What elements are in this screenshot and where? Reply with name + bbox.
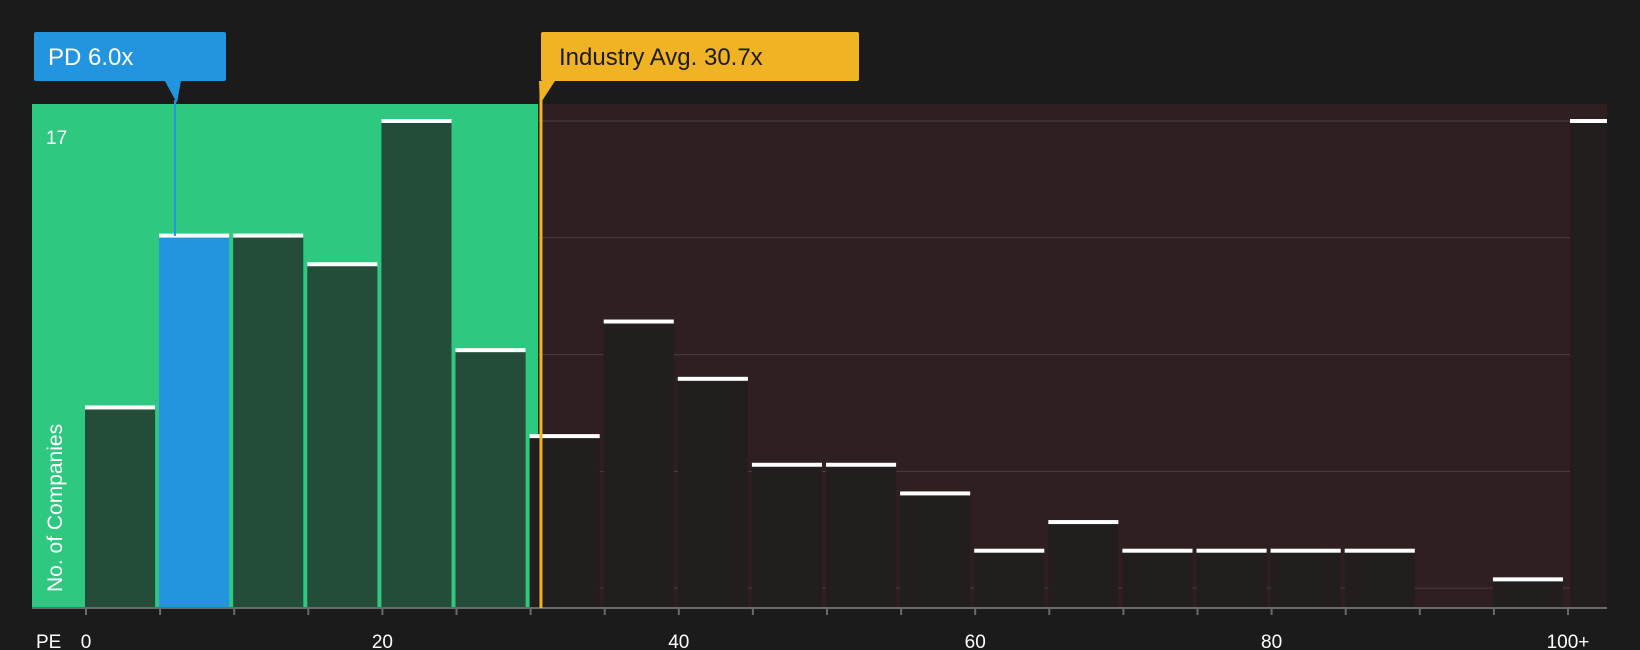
x-tick-label: 20 bbox=[372, 632, 393, 650]
y-max-label: 17 bbox=[46, 128, 67, 149]
bar bbox=[1122, 550, 1193, 608]
bar bbox=[1492, 579, 1563, 608]
company-marker-pointer bbox=[164, 81, 181, 103]
pe-distribution-chart: 0 20 40 60 80 100+ 17 No. of Companies PE PD … bbox=[32, 32, 1608, 650]
bar bbox=[307, 264, 378, 608]
bar bbox=[1270, 550, 1341, 608]
bar bbox=[974, 550, 1045, 608]
bar-top bbox=[1270, 548, 1341, 553]
x-tick-label: 100+ bbox=[1547, 632, 1590, 650]
bar-top bbox=[159, 233, 230, 238]
bar-top bbox=[1122, 548, 1193, 553]
bar bbox=[1048, 522, 1119, 608]
bar bbox=[381, 121, 452, 608]
bar bbox=[85, 407, 156, 608]
bar-top bbox=[1196, 548, 1267, 553]
company-callout: PD 6.0x bbox=[34, 32, 226, 81]
bar-top bbox=[677, 376, 748, 381]
bar-top bbox=[826, 462, 897, 467]
bar-top bbox=[85, 405, 156, 410]
bar bbox=[826, 464, 897, 608]
x-tick-label: 80 bbox=[1261, 632, 1282, 650]
bar bbox=[900, 493, 971, 608]
bar-top bbox=[233, 233, 304, 238]
bar-top bbox=[307, 262, 378, 267]
x-axis: 0 20 40 60 80 100+ bbox=[32, 607, 1607, 650]
bar-top bbox=[1048, 520, 1119, 525]
industry-callout: Industry Avg. 30.7x bbox=[541, 32, 859, 81]
company-callout-label: PD 6.0x bbox=[48, 44, 133, 71]
x-tick-label: 40 bbox=[668, 632, 689, 650]
bar-top bbox=[974, 548, 1045, 553]
bar bbox=[603, 321, 674, 608]
bar bbox=[233, 235, 304, 608]
bar bbox=[751, 464, 822, 608]
bar-top bbox=[381, 119, 452, 123]
bar-top bbox=[1344, 548, 1415, 553]
bar-top bbox=[1570, 119, 1607, 123]
bar bbox=[1570, 121, 1607, 608]
x-axis-title: PE bbox=[36, 632, 61, 650]
industry-marker-pointer bbox=[538, 81, 555, 104]
bar bbox=[159, 235, 230, 608]
bar bbox=[1344, 550, 1415, 608]
bar bbox=[455, 350, 526, 608]
x-tick-label: 0 bbox=[81, 632, 92, 650]
x-tick-label: 60 bbox=[965, 632, 986, 650]
bar-top bbox=[900, 491, 971, 496]
bar bbox=[677, 378, 748, 608]
bar-top bbox=[603, 319, 674, 324]
bar bbox=[1196, 550, 1267, 608]
bar-top bbox=[751, 462, 822, 467]
industry-callout-label: Industry Avg. 30.7x bbox=[559, 44, 763, 71]
bar-top bbox=[455, 348, 526, 353]
y-axis-title: No. of Companies bbox=[44, 424, 67, 592]
bar-top bbox=[1492, 577, 1563, 582]
